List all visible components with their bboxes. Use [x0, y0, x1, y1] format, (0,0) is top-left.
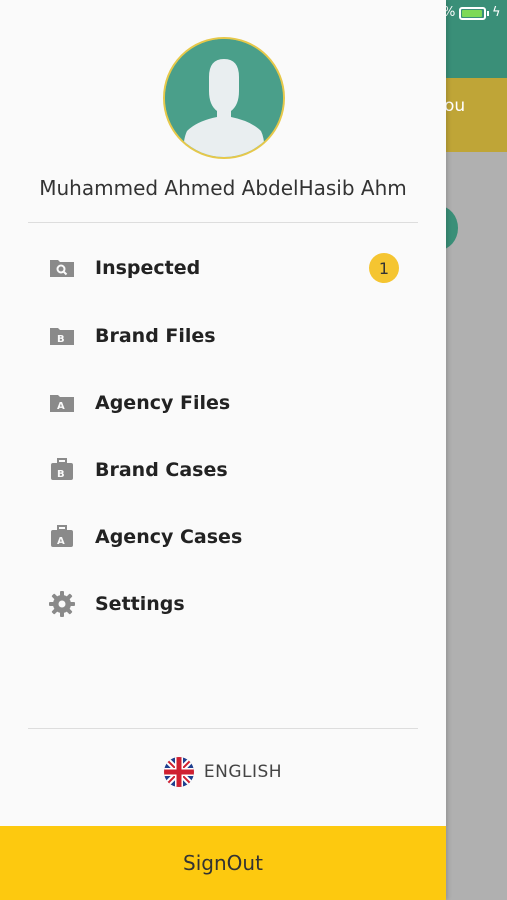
brand-folder-icon: B — [48, 322, 76, 350]
menu-label-brand-files: Brand Files — [95, 325, 216, 347]
bolt-icon: ϟ — [492, 5, 501, 20]
language-selector[interactable]: ENGLISH — [0, 752, 446, 792]
avatar[interactable] — [163, 37, 285, 159]
svg-text:B: B — [57, 334, 65, 345]
uk-flag-icon — [163, 757, 194, 787]
inspected-count-badge: 1 — [369, 253, 399, 283]
header-divider — [28, 222, 418, 223]
svg-text:A: A — [57, 401, 65, 412]
menu-label-inspected: Inspected — [95, 257, 201, 279]
menu-label-agency-files: Agency Files — [95, 392, 231, 414]
agency-folder-icon: A — [48, 389, 76, 417]
battery-icon — [459, 7, 486, 20]
agency-case-icon: A — [48, 523, 76, 551]
menu-item-brand-cases[interactable]: B Brand Cases — [0, 442, 446, 498]
menu-label-brand-cases: Brand Cases — [95, 459, 228, 481]
menu-item-settings[interactable]: Settings — [0, 576, 446, 632]
user-silhouette-icon — [165, 39, 283, 157]
language-label: ENGLISH — [203, 762, 283, 782]
navigation-drawer: Muhammed Ahmed AbdelHasib Ahm Inspected … — [0, 0, 446, 900]
signout-button[interactable]: SignOut — [0, 826, 446, 900]
menu-item-brand-files[interactable]: B Brand Files — [0, 308, 446, 364]
background-banner-text: ou — [444, 96, 466, 116]
menu-label-agency-cases: Agency Cases — [95, 526, 243, 548]
menu-item-agency-files[interactable]: A Agency Files — [0, 375, 446, 431]
menu-item-inspected[interactable]: Inspected 1 — [0, 240, 446, 296]
user-name: Muhammed Ahmed AbdelHasib Ahm — [39, 176, 407, 200]
menu-item-agency-cases[interactable]: A Agency Cases — [0, 509, 446, 565]
gear-icon — [48, 590, 76, 618]
signout-label: SignOut — [183, 851, 263, 875]
menu-label-settings: Settings — [95, 593, 185, 615]
footer-divider — [28, 728, 418, 729]
svg-text:A: A — [57, 536, 65, 547]
battery-level — [462, 10, 482, 17]
brand-case-icon: B — [48, 456, 76, 484]
search-folder-icon — [48, 254, 76, 282]
battery-tip — [487, 11, 489, 16]
svg-text:B: B — [57, 469, 65, 480]
